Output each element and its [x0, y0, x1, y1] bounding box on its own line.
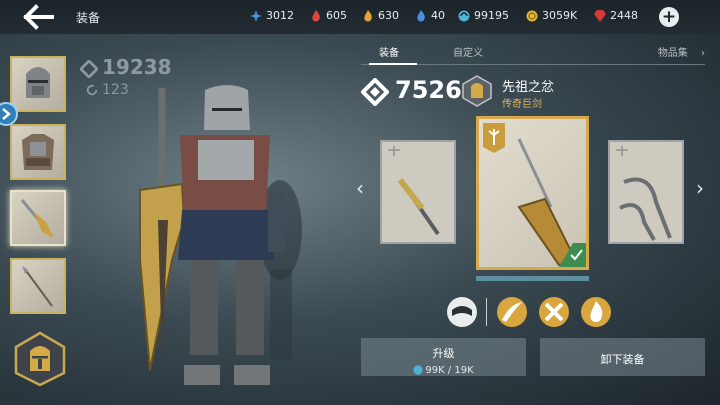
blue-star-icon — [250, 9, 262, 22]
prev-weapon-arrow-icon[interactable]: ‹ — [356, 176, 364, 200]
resource-value: 3059K — [542, 9, 578, 22]
katana-icon — [388, 146, 440, 236]
slot-weapon[interactable] — [10, 190, 66, 246]
red-gem-icon — [594, 9, 606, 22]
weapon-name: 先祖之忿 — [502, 80, 555, 95]
slot-ranged[interactable] — [10, 258, 66, 314]
add-currency-button[interactable]: + — [659, 7, 679, 27]
tab-equip[interactable]: 装备 — [379, 44, 399, 59]
gold-flame-icon — [364, 9, 372, 21]
resource-value: 605 — [326, 9, 347, 22]
resource-value: 2448 — [610, 9, 638, 22]
upgrade-cost-value: 99K / 19K — [425, 365, 474, 376]
spear-icon — [22, 266, 53, 307]
resource-value: 99195 — [474, 9, 509, 22]
upgrade-button[interactable]: 升级 99K / 19K — [361, 338, 526, 376]
resource-gold-coin: 3059K — [526, 9, 577, 22]
skill-divider — [486, 298, 487, 326]
resource-blue-flame: 40 — [415, 9, 445, 22]
gold-coin-icon — [526, 10, 538, 21]
top-bar: 装备 3012 605 630 40 99195 3059K 2448 + — [0, 0, 720, 34]
selected-card-bar — [476, 276, 589, 281]
chest-armor-icon — [22, 134, 54, 170]
class-helmet-badge-icon[interactable] — [14, 331, 66, 387]
hero-knight-character — [139, 85, 302, 385]
slot-armor[interactable] — [10, 124, 66, 180]
tab-collection-label: 物品集 — [657, 48, 688, 59]
resource-value: 3012 — [266, 9, 294, 22]
resource-orb: 99195 — [458, 9, 509, 22]
weapon-skills — [446, 296, 616, 330]
power-value: 19238 — [102, 55, 172, 79]
expand-side-arrow-icon[interactable] — [0, 102, 18, 126]
greatsword-icon — [483, 123, 586, 267]
blue-flame-icon — [417, 9, 425, 21]
tab-custom[interactable]: 自定义 — [453, 44, 483, 59]
slash-skill-icon[interactable] — [496, 296, 528, 328]
greatsword-icon — [20, 199, 54, 238]
total-power: 19238 — [78, 55, 172, 79]
upgrade-cost: 99K / 19K — [361, 365, 526, 376]
resource-gold-flame: 630 — [362, 9, 399, 22]
slot-helmet[interactable] — [10, 56, 66, 112]
resource-blue-star: 3012 — [250, 9, 294, 22]
strike-skill-icon[interactable] — [538, 296, 570, 328]
flame-skill-icon[interactable] — [580, 296, 612, 328]
resource-red-gem: 2448 — [594, 9, 638, 22]
helmet-icon — [26, 67, 50, 98]
active-tab-indicator — [369, 63, 417, 65]
resource-value: 40 — [431, 9, 445, 22]
unequip-button[interactable]: 卸下装备 — [540, 338, 705, 376]
page-title: 装备 — [76, 11, 101, 25]
weapon-card-scythes[interactable] — [608, 140, 684, 244]
equipment-tabs: 装备 自定义 物品集 › — [361, 40, 705, 65]
resource-red-flame: 605 — [310, 9, 347, 22]
weapon-card-katana[interactable] — [380, 140, 456, 244]
resource-value: 630 — [378, 9, 399, 22]
weapon-rarity: 传奇巨剑 — [502, 99, 542, 110]
weapon-class-badge-icon — [462, 75, 492, 107]
gear-score-value: 7526 — [395, 76, 462, 104]
tab-collection[interactable]: 物品集 › — [658, 44, 705, 59]
shadow-skill-icon[interactable] — [446, 296, 478, 328]
refresh-icon — [86, 84, 98, 96]
power-diamond-icon — [78, 58, 100, 79]
unequip-label: 卸下装备 — [600, 353, 645, 366]
next-weapon-arrow-icon[interactable]: › — [696, 176, 704, 200]
upgrade-label: 升级 — [432, 347, 455, 360]
orb-icon — [458, 10, 470, 21]
red-flame-icon — [312, 9, 320, 21]
weapon-card-greatsword-selected[interactable] — [476, 116, 589, 270]
orb-icon — [413, 365, 423, 375]
chevron-right-icon: › — [701, 48, 705, 59]
gear-score-icon — [361, 78, 389, 106]
back-arrow-icon[interactable] — [22, 4, 56, 30]
scythe-icon — [616, 146, 672, 241]
